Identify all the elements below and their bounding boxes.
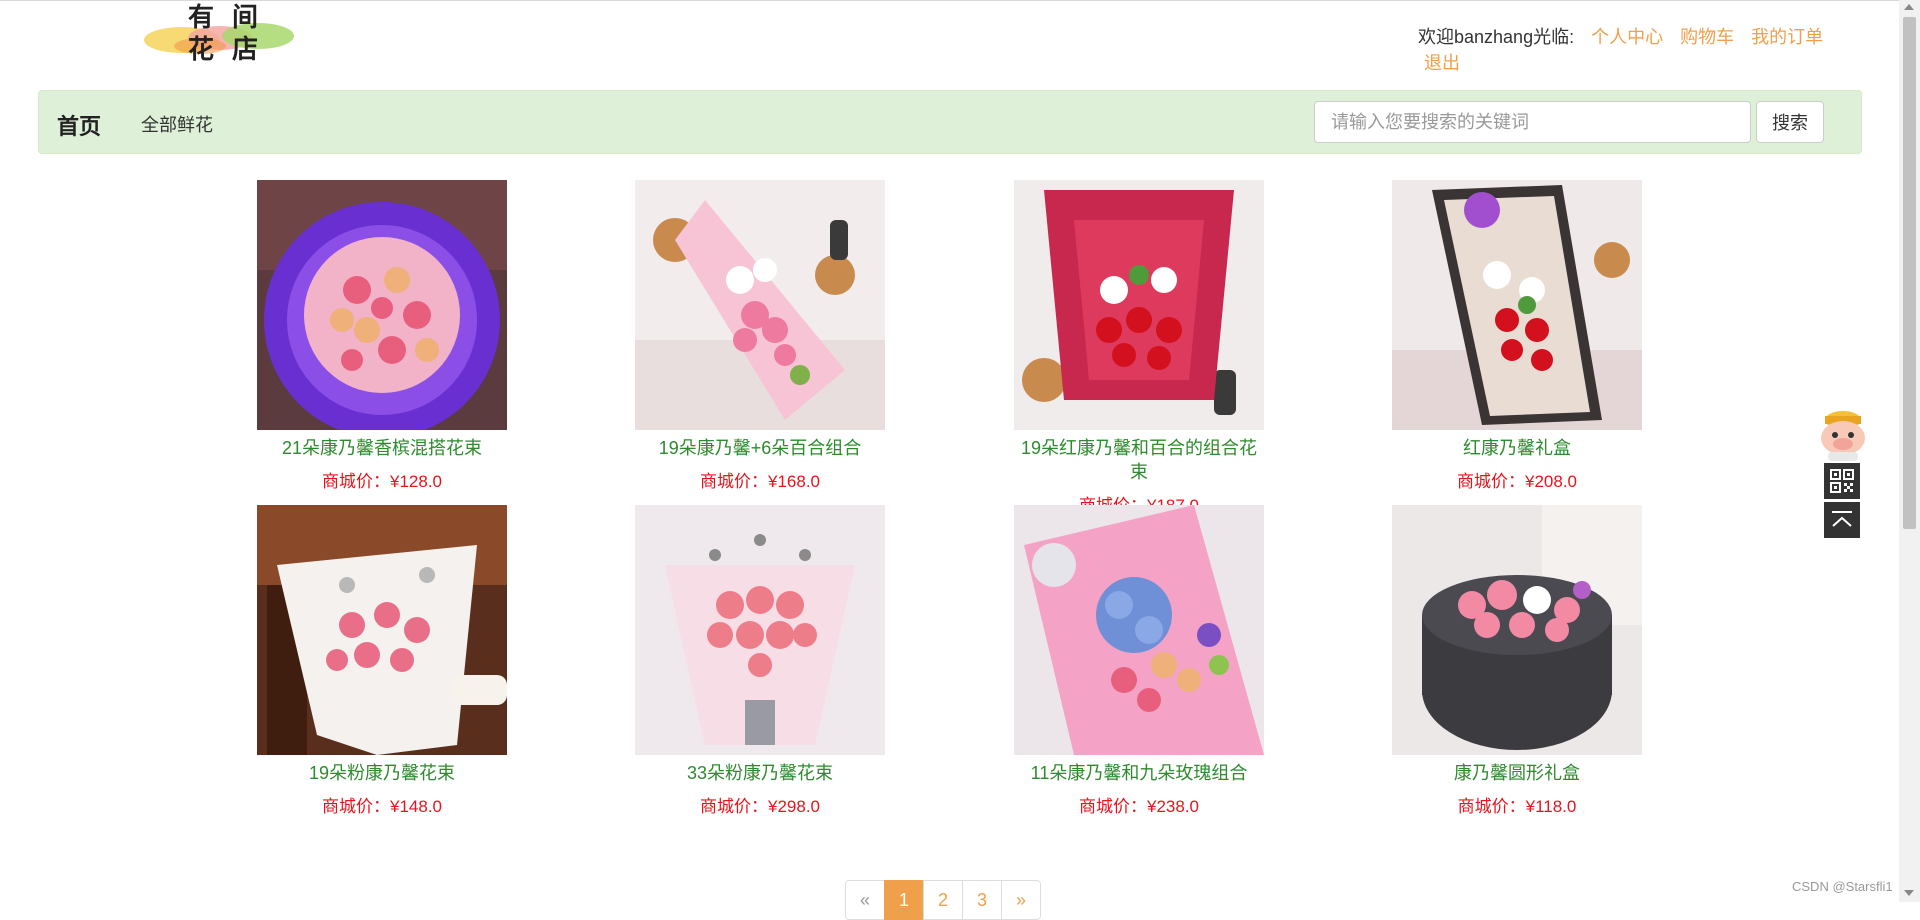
logout-link[interactable]: 退出	[1424, 50, 1460, 76]
back-to-top-icon	[1832, 511, 1852, 527]
product-card[interactable]: 11朵康乃馨和九朵玫瑰组合 商城价：¥238.0	[1014, 505, 1264, 817]
qr-code-button[interactable]	[1824, 463, 1860, 499]
top-border	[0, 0, 1920, 1]
product-card[interactable]: 红康乃馨礼盒 商城价：¥208.0	[1392, 180, 1642, 492]
product-image[interactable]	[257, 505, 507, 755]
product-image[interactable]	[1014, 505, 1264, 755]
product-price: 商城价：¥298.0	[700, 797, 820, 816]
product-name[interactable]: 19朵粉康乃馨花束	[257, 761, 507, 785]
qr-code-icon	[1830, 469, 1854, 493]
cart-link[interactable]: 购物车	[1680, 27, 1734, 47]
pagination-prev[interactable]: «	[845, 880, 885, 920]
nav-home-link[interactable]: 首页	[57, 109, 101, 141]
search-button[interactable]: 搜索	[1756, 101, 1824, 143]
svg-text:间: 间	[232, 3, 258, 33]
pagination-page[interactable]: 1	[884, 880, 924, 920]
scrollbar-thumb[interactable]	[1903, 17, 1916, 529]
scroll-up-arrow-icon[interactable]	[1904, 4, 1914, 10]
mascot-icon[interactable]	[1812, 406, 1874, 462]
product-price: 商城价：¥208.0	[1457, 472, 1577, 491]
pagination-page[interactable]: 3	[962, 880, 1002, 920]
product-name[interactable]: 19朵康乃馨+6朵百合组合	[635, 436, 885, 460]
product-price: 商城价：¥148.0	[322, 797, 442, 816]
product-price: 商城价：¥128.0	[322, 472, 442, 491]
back-to-top-button[interactable]	[1824, 502, 1860, 538]
product-card[interactable]: 33朵粉康乃馨花束 商城价：¥298.0	[635, 505, 885, 817]
product-card[interactable]: 19朵粉康乃馨花束 商城价：¥148.0	[257, 505, 507, 817]
pagination-next[interactable]: »	[1001, 880, 1041, 920]
product-name[interactable]: 21朵康乃馨香槟混搭花束	[257, 436, 507, 460]
product-image[interactable]	[1392, 180, 1642, 430]
pagination-page[interactable]: 2	[923, 880, 963, 920]
product-card[interactable]: 19朵红康乃馨和百合的组合花束 商城价：¥187.0	[1014, 180, 1264, 516]
product-image[interactable]	[635, 505, 885, 755]
vertical-scrollbar[interactable]	[1899, 0, 1920, 902]
welcome-text: 欢迎banzhang光临:	[1418, 27, 1575, 47]
product-card[interactable]: 康乃馨圆形礼盒 商城价：¥118.0	[1392, 505, 1642, 817]
product-image[interactable]	[635, 180, 885, 430]
product-image[interactable]	[1014, 180, 1264, 430]
product-name[interactable]: 红康乃馨礼盒	[1392, 436, 1642, 460]
scroll-down-arrow-icon[interactable]	[1904, 890, 1914, 896]
pagination: « 1 2 3 »	[845, 880, 1041, 920]
svg-text:花: 花	[188, 35, 214, 64]
product-card[interactable]: 21朵康乃馨香槟混搭花束 商城价：¥128.0	[257, 180, 507, 492]
search-input[interactable]	[1314, 101, 1751, 143]
product-price: 商城价：¥238.0	[1079, 797, 1199, 816]
product-image[interactable]	[1392, 505, 1642, 755]
shop-logo[interactable]: 有 间 花 店	[140, 2, 310, 64]
user-bar: 欢迎banzhang光临: 个人中心 购物车 我的订单 退出	[1418, 24, 1838, 76]
product-name[interactable]: 19朵红康乃馨和百合的组合花束	[1014, 436, 1264, 484]
product-price: 商城价：¥118.0	[1457, 797, 1577, 816]
svg-text:店: 店	[232, 35, 258, 64]
orders-link[interactable]: 我的订单	[1751, 27, 1823, 47]
product-card[interactable]: 19朵康乃馨+6朵百合组合 商城价：¥168.0	[635, 180, 885, 492]
profile-link[interactable]: 个人中心	[1591, 27, 1663, 47]
product-name[interactable]: 33朵粉康乃馨花束	[635, 761, 885, 785]
main-navbar: 首页 全部鲜花 搜索	[38, 90, 1862, 154]
product-image[interactable]	[257, 180, 507, 430]
nav-all-flowers-link[interactable]: 全部鲜花	[141, 111, 213, 137]
svg-text:有: 有	[188, 3, 214, 33]
logo-graphic: 有 间 花 店	[144, 3, 294, 64]
watermark: CSDN @Starsfli1	[1792, 879, 1893, 894]
product-price: 商城价：¥168.0	[700, 472, 820, 491]
product-name[interactable]: 11朵康乃馨和九朵玫瑰组合	[1014, 761, 1264, 785]
product-name[interactable]: 康乃馨圆形礼盒	[1392, 761, 1642, 785]
